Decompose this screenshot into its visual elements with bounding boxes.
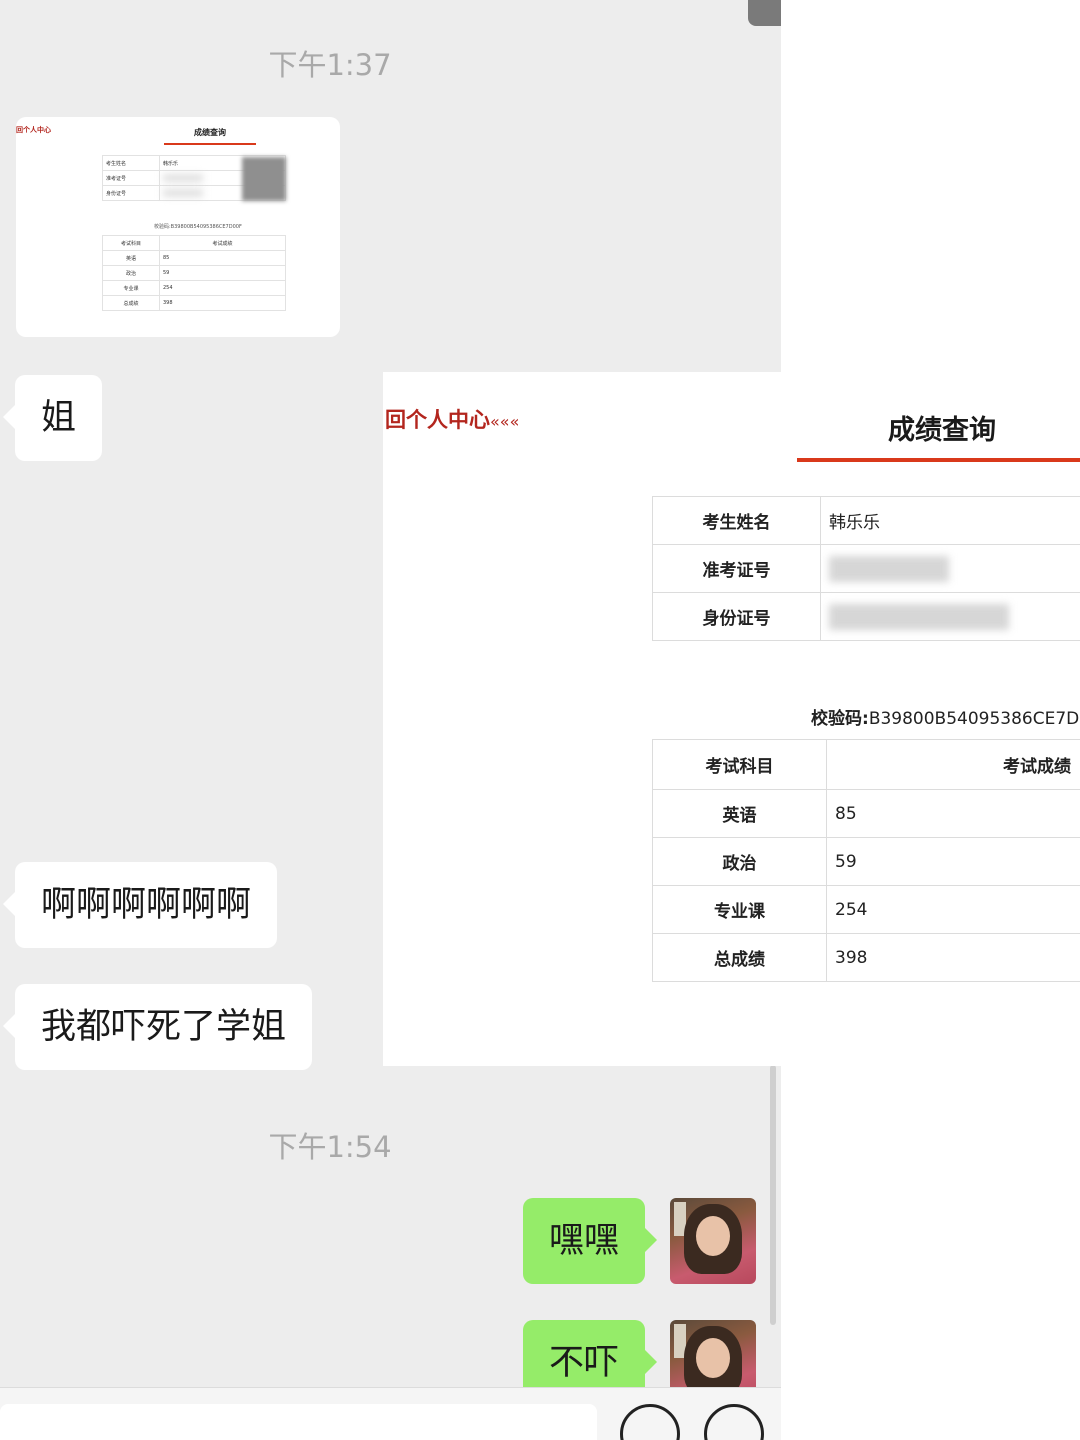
top-tab[interactable] xyxy=(748,0,781,26)
thumb-cell: 254 xyxy=(159,280,286,296)
back-link-label: 回个人中心 xyxy=(385,408,490,432)
scrollbar[interactable] xyxy=(770,1065,776,1325)
thumb-cell: 59 xyxy=(159,265,286,281)
verify-code: 校验码:B39800B54095386CE7D00F xyxy=(811,704,1080,729)
thumb-cell: 考试科目 xyxy=(102,235,160,251)
image-message-thumbnail[interactable]: 回个人中心 成绩查询 考生姓名 韩乐乐 准考证号 身份证号 校验码:B39800B… xyxy=(16,117,340,337)
thumb-cell: 考试成绩 xyxy=(159,235,286,251)
message-bubble-left[interactable]: 啊啊啊啊啊啊 xyxy=(2,862,278,948)
thumb-cell: 准考证号 xyxy=(102,170,160,186)
subject-cell: 专业课 xyxy=(652,885,827,934)
subject-cell: 政治 xyxy=(652,837,827,886)
info-label: 准考证号 xyxy=(652,544,821,593)
page-title: 成绩查询 xyxy=(888,415,996,446)
thumb-back-link: 回个人中心 xyxy=(16,126,51,134)
score-table: 考试科目 考试成绩 英语 85 政治 59 专业课 254 总成绩 398 xyxy=(652,739,1080,982)
candidate-info-table: 考生姓名 韩乐乐 准考证号 身份证号 xyxy=(652,496,1080,641)
input-bar xyxy=(0,1387,781,1440)
info-value-redacted xyxy=(820,592,1080,641)
add-icon[interactable] xyxy=(704,1404,764,1440)
timestamp: 下午1:37 xyxy=(268,48,392,82)
score-header-score: 考试成绩 xyxy=(826,739,1080,790)
thumb-title: 成绩查询 xyxy=(194,128,226,137)
thumb-score-table: 考试科目 考试成绩 英语 85 政治 59 专业课 254 总成绩 398 xyxy=(102,235,286,311)
score-cell: 85 xyxy=(826,789,1080,838)
score-cell: 398 xyxy=(826,933,1080,982)
timestamp: 下午1:54 xyxy=(268,1130,392,1164)
thumb-cell: 英语 xyxy=(102,250,160,266)
message-bubble-right[interactable]: 嘿嘿 xyxy=(523,1198,657,1284)
back-to-profile-link[interactable]: 回个人中心««« xyxy=(385,404,519,434)
thumb-cell: 85 xyxy=(159,250,286,266)
thumb-underline xyxy=(164,143,256,145)
chevrons-left-icon: ««« xyxy=(490,412,520,431)
thumb-cell: 政治 xyxy=(102,265,160,281)
info-label: 身份证号 xyxy=(652,592,821,641)
title-underline xyxy=(797,458,1080,462)
info-value-redacted xyxy=(820,544,1080,593)
thumb-cell: 专业课 xyxy=(102,280,160,296)
score-cell: 254 xyxy=(826,885,1080,934)
thumb-verify-code: 校验码:B39800B54095386CE7D00F xyxy=(154,224,242,230)
thumb-cell: 398 xyxy=(159,295,286,311)
score-cell: 59 xyxy=(826,837,1080,886)
thumb-cell: 考生姓名 xyxy=(102,155,160,171)
emoji-icon[interactable] xyxy=(620,1404,680,1440)
thumb-photo xyxy=(242,157,286,201)
verify-code-value: B39800B54095386CE7D00F xyxy=(868,709,1080,729)
verify-code-label: 校验码: xyxy=(811,709,869,729)
score-header-subject: 考试科目 xyxy=(652,739,827,790)
thumb-cell: 身份证号 xyxy=(102,185,160,201)
info-label: 考生姓名 xyxy=(652,496,821,545)
score-page-screenshot: 回个人中心««« 成绩查询 考生姓名 韩乐乐 准考证号 身份证号 校验码:B39… xyxy=(383,372,1080,1066)
message-bubble-left[interactable]: 我都吓死了学姐 xyxy=(2,984,313,1070)
info-value: 韩乐乐 xyxy=(820,496,1080,545)
thumb-cell: 总成绩 xyxy=(102,295,160,311)
avatar[interactable] xyxy=(670,1198,756,1284)
subject-cell: 英语 xyxy=(652,789,827,838)
message-input[interactable] xyxy=(0,1404,597,1440)
message-bubble-left[interactable]: 姐 xyxy=(2,375,103,461)
subject-cell: 总成绩 xyxy=(652,933,827,982)
